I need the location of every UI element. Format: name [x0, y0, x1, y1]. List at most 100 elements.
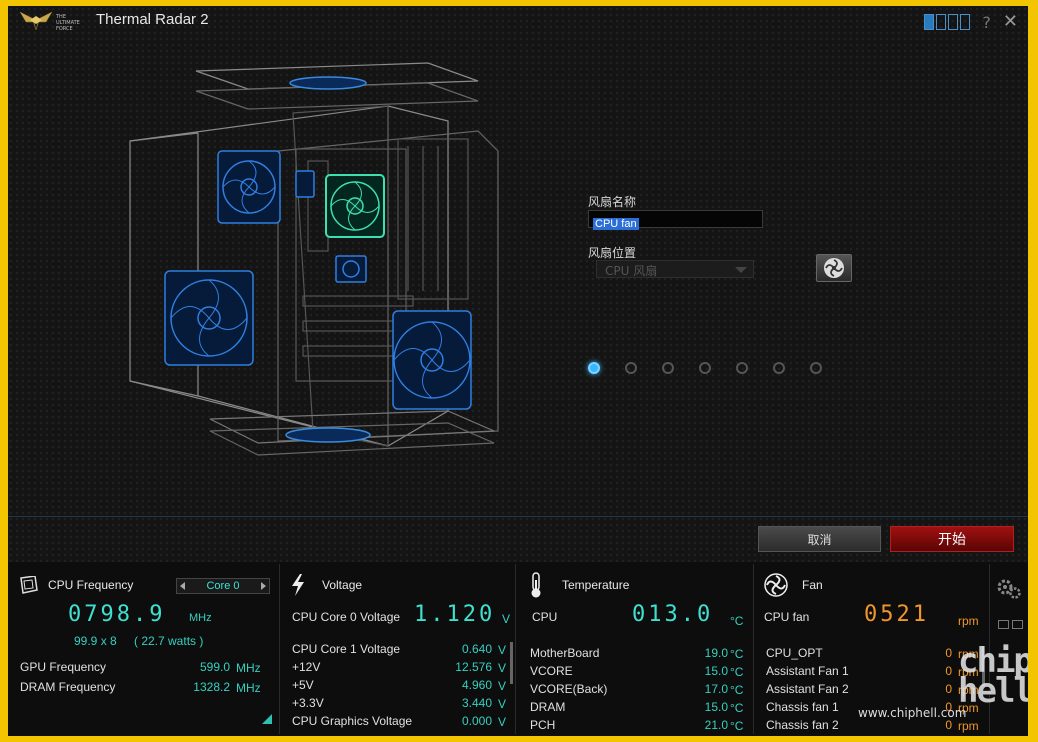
- dram-frequency-value: 1328.2: [193, 680, 230, 694]
- fan-title: Fan: [802, 578, 823, 592]
- voltage-row-unit: V: [498, 643, 507, 657]
- watermark-logo: chip hell: [958, 641, 1028, 711]
- temperature-row-value: 17.0: [704, 682, 728, 696]
- pager-dot-3[interactable]: [662, 362, 674, 374]
- voltage-row-label: +3.3V: [292, 696, 324, 710]
- fan-position-select[interactable]: CPU 风扇: [596, 260, 754, 278]
- fan-row-value: 0: [945, 718, 952, 732]
- cancel-button[interactable]: 取消: [758, 526, 881, 552]
- temperature-title: Temperature: [562, 578, 630, 592]
- fan-name-label: 风扇名称: [588, 195, 637, 209]
- voltage-row-label: +12V: [292, 660, 321, 674]
- core-selector-value: Core 0: [206, 580, 240, 592]
- voltage-row-unit: V: [498, 697, 507, 711]
- pager-dot-6[interactable]: [773, 362, 785, 374]
- voltage-row-value: 4.960: [461, 678, 492, 692]
- help-icon[interactable]: ?: [982, 13, 991, 32]
- voltage-row-unit: V: [498, 715, 507, 729]
- temperature-row-value: 19.0: [704, 646, 728, 660]
- voltage-main-unit: V: [502, 612, 511, 626]
- temperature-row-unit: °C: [730, 719, 744, 733]
- temperature-row-unit: °C: [730, 665, 744, 679]
- gpu-frequency-value: 599.0: [199, 660, 230, 674]
- temperature-row-unit: °C: [730, 647, 744, 661]
- layout-toggle-icon[interactable]: [924, 14, 971, 30]
- divider: [8, 516, 1028, 517]
- fan-row-label: Chassis fan 1: [766, 700, 839, 714]
- voltage-main-label: CPU Core 0 Voltage: [292, 610, 401, 624]
- cpu-frequency-value: 0798.9: [68, 602, 166, 627]
- voltage-title: Voltage: [322, 578, 363, 592]
- voltage-row-value: 0.640: [461, 642, 492, 656]
- pager-dot-1[interactable]: [588, 362, 600, 374]
- voltage-row-unit: V: [498, 679, 507, 693]
- watermark-site: www.chiphell.com: [858, 706, 967, 720]
- fan-main-label: CPU fan: [764, 610, 810, 624]
- app-title: Thermal Radar 2: [96, 11, 209, 28]
- voltage-row-value: 3.440: [461, 696, 492, 710]
- fan-row-label: Assistant Fan 2: [766, 682, 849, 696]
- fan-row-value: 0: [945, 664, 952, 678]
- temperature-row-label: VCORE: [530, 664, 573, 678]
- close-icon[interactable]: ✕: [1003, 13, 1018, 31]
- cpu-multiplier: 99.9 x 8: [74, 634, 117, 648]
- window-layout-icon[interactable]: [998, 620, 1023, 629]
- temperature-panel: Temperature CPU 013.0 °C MotherBoard 19.…: [516, 564, 754, 734]
- fan-name-value: CPU fan: [593, 218, 639, 230]
- voltage-panel: Voltage CPU Core 0 Voltage 1.120 V CPU C…: [280, 564, 516, 734]
- fan-row-value: 0: [945, 682, 952, 696]
- fan-position-label: 风扇位置: [588, 246, 637, 260]
- window-controls: ? ✕: [924, 12, 1018, 32]
- temperature-main-value: 013.0: [632, 602, 714, 627]
- temperature-row-value: 15.0: [704, 700, 728, 714]
- lightning-icon: [292, 574, 304, 596]
- fan-row-value: 0: [945, 646, 952, 660]
- voltage-row-label: +5V: [292, 678, 314, 692]
- fan-icon-button[interactable]: [816, 254, 852, 282]
- fan-row-label: Assistant Fan 1: [766, 664, 849, 678]
- pc-case-diagram: [129, 62, 499, 456]
- fan-icon: [824, 258, 844, 278]
- voltage-row-value: 12.576: [455, 660, 492, 674]
- temperature-main-unit: °C: [730, 614, 744, 628]
- fan-name-input[interactable]: CPU fan: [588, 210, 763, 230]
- dram-frequency-unit: MHz: [236, 681, 261, 695]
- temperature-row-label: PCH: [530, 718, 556, 732]
- voltage-row-value: 0.000: [461, 714, 492, 728]
- gpu-frequency-label: GPU Frequency: [20, 660, 107, 674]
- voltage-row-label: CPU Graphics Voltage: [292, 714, 413, 728]
- title-bar: THE ULTIMATE FORCE Thermal Radar 2 ? ✕: [8, 6, 1028, 36]
- dram-frequency-label: DRAM Frequency: [20, 680, 116, 694]
- thermometer-icon: [531, 572, 541, 598]
- pager-dot-4[interactable]: [699, 362, 711, 374]
- app-window: THE ULTIMATE FORCE Thermal Radar 2 ? ✕ 风…: [8, 6, 1028, 736]
- pager-dot-7[interactable]: [810, 362, 822, 374]
- expand-corner-icon[interactable]: [262, 714, 272, 724]
- fan-position-value: CPU 风扇: [605, 264, 658, 278]
- tuf-logo-icon: [19, 11, 53, 31]
- chevron-right-icon[interactable]: [261, 582, 266, 590]
- voltage-main-value: 1.120: [414, 602, 496, 627]
- gpu-frequency-unit: MHz: [236, 661, 261, 675]
- logo-text: THE ULTIMATE FORCE: [56, 14, 80, 32]
- screenshot-frame: THE ULTIMATE FORCE Thermal Radar 2 ? ✕ 风…: [0, 0, 1038, 742]
- fan-main-value: 0521: [864, 602, 929, 627]
- cpu-frequency-unit: MHz: [189, 612, 212, 624]
- voltage-scrollbar[interactable]: [510, 642, 513, 684]
- fan-main-unit: rpm: [958, 614, 979, 628]
- pager-dot-2[interactable]: [625, 362, 637, 374]
- settings-gear-icon[interactable]: [996, 578, 1022, 600]
- temperature-main-label: CPU: [532, 610, 558, 624]
- fan-row-label: Chassis fan 2: [766, 718, 839, 732]
- core-selector[interactable]: Core 0: [176, 578, 270, 594]
- fan-icon: [764, 573, 788, 597]
- start-button[interactable]: 开始: [890, 526, 1014, 552]
- cpu-frequency-title: CPU Frequency: [48, 578, 134, 592]
- pager-dot-5[interactable]: [736, 362, 748, 374]
- voltage-row-label: CPU Core 1 Voltage: [292, 642, 401, 656]
- temperature-row-value: 21.0: [704, 718, 728, 732]
- cpu-power: ( 22.7 watts ): [134, 634, 204, 648]
- temperature-row-label: VCORE(Back): [530, 682, 608, 696]
- temperature-row-label: DRAM: [530, 700, 566, 714]
- voltage-row-unit: V: [498, 661, 507, 675]
